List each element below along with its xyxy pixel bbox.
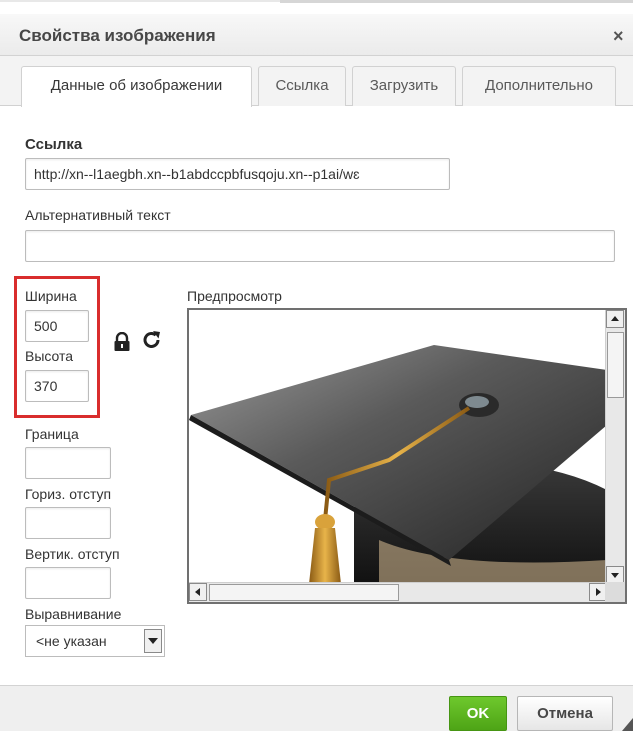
vspace-label: Вертик. отступ [25, 546, 120, 562]
align-select-value: <не указан [36, 633, 107, 649]
tab-advanced[interactable]: Дополнительно [462, 66, 616, 106]
alt-text-label: Альтернативный текст [25, 207, 171, 223]
graduation-cap-image [189, 345, 607, 584]
tab-link[interactable]: Ссылка [258, 66, 346, 106]
close-icon[interactable]: × [613, 26, 624, 47]
width-label: Ширина [25, 288, 77, 304]
resize-grip-icon[interactable] [620, 716, 633, 731]
tab-upload[interactable]: Загрузить [352, 66, 456, 106]
height-input[interactable]: 370 [25, 370, 89, 402]
tab-bar: Данные об изображении Ссылка Загрузить Д… [0, 56, 633, 107]
dialog-title-bar[interactable]: Свойства изображения × [0, 14, 633, 56]
scroll-up-icon[interactable] [606, 310, 624, 328]
hspace-input[interactable] [25, 507, 111, 539]
url-label: Ссылка [25, 136, 83, 153]
width-input[interactable]: 500 [25, 310, 89, 342]
preview-vertical-scrollbar[interactable] [605, 310, 625, 584]
align-label: Выравнивание [25, 606, 122, 622]
alt-text-input[interactable] [25, 230, 615, 262]
hspace-label: Гориз. отступ [25, 486, 112, 502]
reset-size-icon[interactable] [141, 329, 163, 351]
height-label: Высота [25, 348, 74, 364]
url-input[interactable]: http://xn--l1aegbh.xn--b1abdccpbfusqoju.… [25, 158, 450, 190]
dialog-title: Свойства изображения [19, 26, 216, 45]
preview-box [187, 308, 627, 604]
align-select[interactable]: <не указан [25, 625, 165, 657]
vspace-input[interactable] [25, 567, 111, 599]
image-properties-dialog: Свойства изображения × Данные об изображ… [0, 0, 633, 731]
scrollbar-corner [605, 582, 625, 602]
chevron-down-icon[interactable] [144, 629, 162, 653]
cancel-button[interactable]: Отмена [517, 696, 613, 731]
scroll-left-icon[interactable] [189, 583, 207, 601]
preview-label: Предпросмотр [187, 288, 282, 304]
ok-button[interactable]: OK [449, 696, 507, 731]
horizontal-scroll-thumb[interactable] [209, 584, 399, 601]
top-strip [0, 0, 633, 14]
border-label: Граница [25, 426, 79, 442]
vertical-scroll-thumb[interactable] [607, 332, 624, 398]
tab-image-info[interactable]: Данные об изображении [21, 66, 252, 107]
border-input[interactable] [25, 447, 111, 479]
preview-horizontal-scrollbar[interactable] [189, 582, 607, 602]
lock-icon[interactable] [113, 332, 131, 352]
